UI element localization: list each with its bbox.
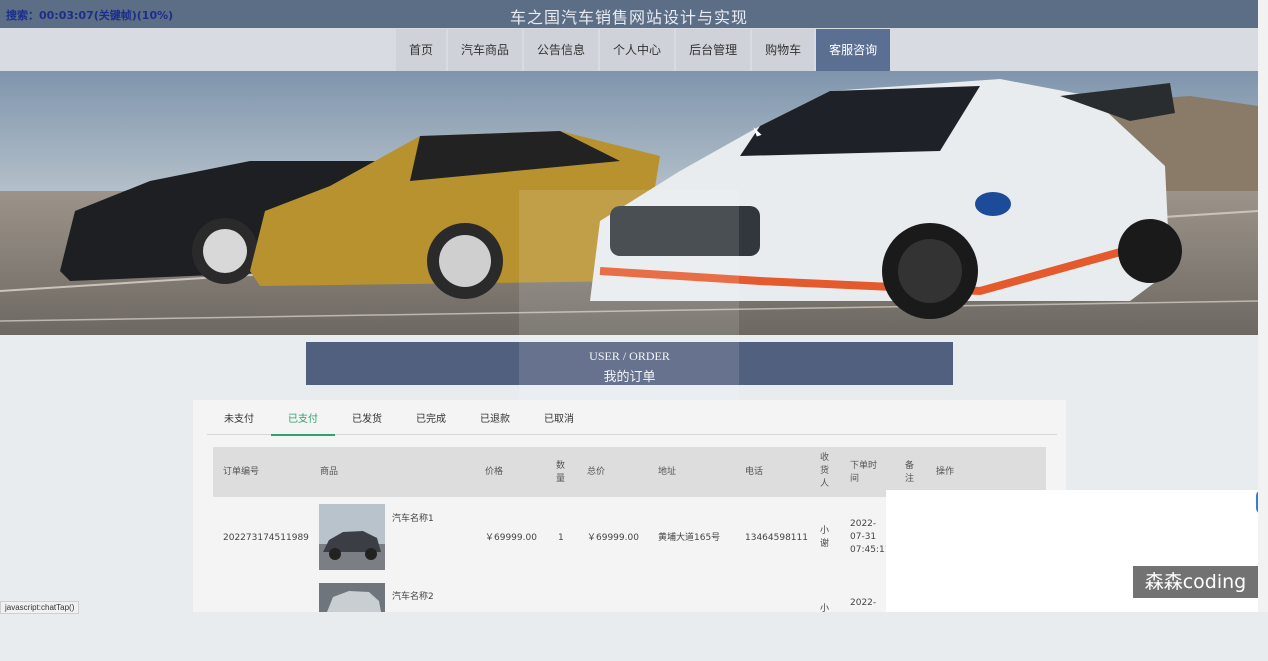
order-no: 202273174511989 [223, 533, 309, 543]
watermark: 森森coding [1133, 566, 1258, 598]
product-thumbnail[interactable] [319, 583, 385, 612]
price: ￥69999.00 [485, 533, 537, 543]
order-time: 2022-07-31 07:45:11 [850, 519, 891, 555]
tab-paid[interactable]: 已支付 [271, 408, 335, 436]
product-name[interactable]: 汽车名称1 [392, 513, 434, 526]
order-time: 2022- [850, 598, 877, 608]
tab-shipped[interactable]: 已发货 [335, 408, 399, 434]
section-heading-chinese: 我的订单 [603, 370, 656, 385]
receiver: 小谢 [820, 526, 830, 549]
nav-item-admin[interactable]: 后台管理 [676, 29, 751, 71]
site-title: 车之国汽车销售网站设计与实现 [509, 8, 748, 27]
section-heading-english: USER / ORDER [589, 349, 670, 363]
quantity: 1 [558, 533, 564, 543]
tab-unpaid[interactable]: 未支付 [207, 408, 271, 434]
th-product: 商品 [320, 467, 339, 477]
browser-status-bar: javascript:chatTap() [0, 601, 80, 614]
title-bar: 搜索：00:03:07(关键帧)(10%) 车之国汽车销售网站设计与实现 [0, 0, 1258, 28]
order-status-tabs: 未支付 已支付 已发货 已完成 已退款 已取消 [207, 408, 1057, 436]
product-thumbnail[interactable] [319, 504, 385, 570]
phone: 13464598111 [745, 533, 808, 543]
main-nav: 首页 汽车商品 公告信息 个人中心 后台管理 购物车 客服咨询 [0, 28, 1258, 71]
th-phone: 电话 [745, 467, 764, 477]
tab-refunded[interactable]: 已退款 [463, 408, 527, 434]
th-total: 总价 [587, 467, 606, 477]
address: 黄埔大道165号 [658, 533, 721, 543]
tab-completed[interactable]: 已完成 [399, 408, 463, 434]
nav-list: 首页 汽车商品 公告信息 个人中心 后台管理 购物车 客服咨询 [396, 29, 892, 71]
tab-cancelled[interactable]: 已取消 [527, 408, 591, 434]
nav-item-cart[interactable]: 购物车 [752, 29, 815, 71]
nav-item-customer-service[interactable]: 客服咨询 [816, 29, 891, 71]
th-time: 下单时间 [850, 461, 878, 484]
th-qty: 数量 [556, 461, 566, 484]
th-remark: 备注 [905, 461, 915, 484]
total-price: ￥69999.00 [587, 533, 639, 543]
nav-item-home[interactable]: 首页 [396, 29, 447, 71]
th-order-no: 订单编号 [223, 467, 260, 477]
receiver: 小 [820, 604, 830, 614]
th-price: 价格 [485, 467, 504, 477]
nav-item-user-center[interactable]: 个人中心 [600, 29, 675, 71]
th-action: 操作 [936, 467, 955, 477]
vertical-scrollbar[interactable] [1258, 0, 1268, 612]
product-name[interactable]: 汽车名称2 [392, 591, 434, 604]
nav-item-cars[interactable]: 汽车商品 [448, 29, 523, 71]
banner-image [0, 71, 1258, 335]
section-heading: USER / ORDER 我的订单 [306, 342, 953, 385]
th-address: 地址 [658, 467, 677, 477]
th-receiver: 收货人 [820, 453, 830, 489]
nav-item-notices[interactable]: 公告信息 [524, 29, 599, 71]
